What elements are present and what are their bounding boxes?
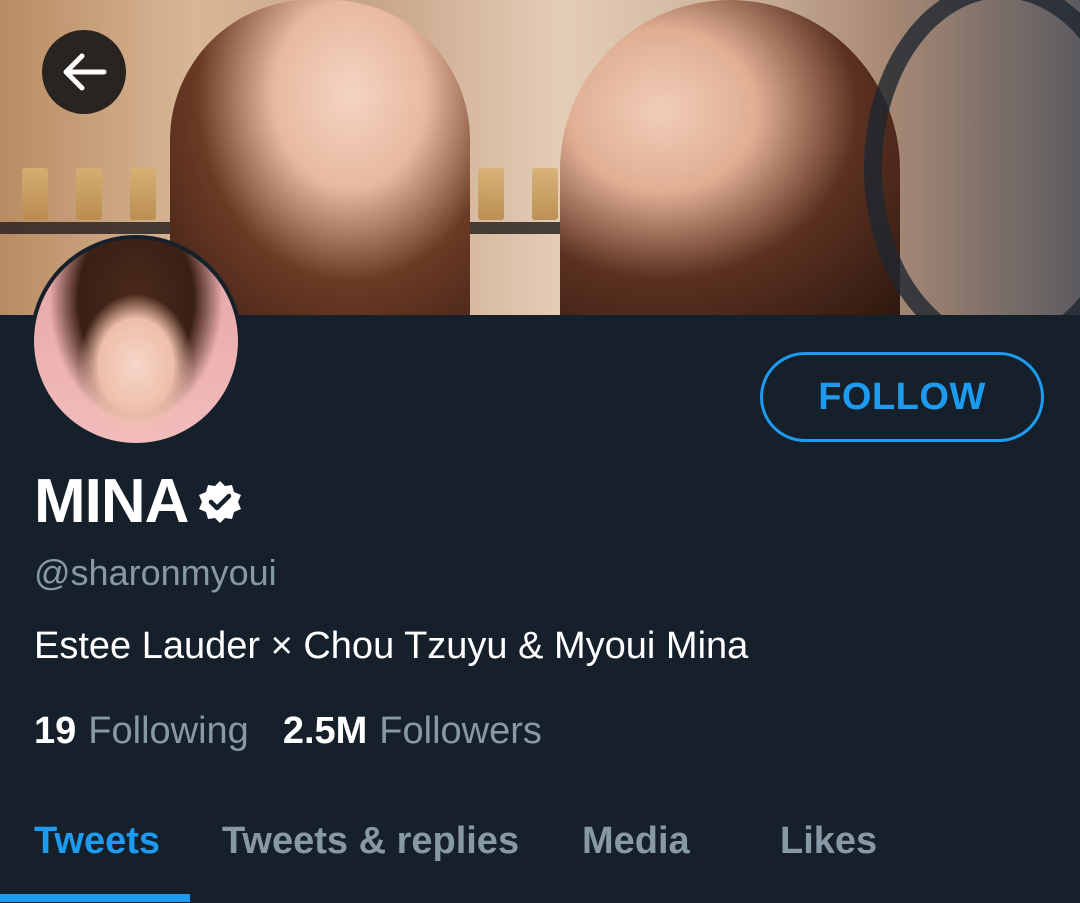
banner-bottle xyxy=(478,168,504,220)
banner-bottle xyxy=(22,168,48,220)
banner-bottle xyxy=(130,168,156,220)
following-stat[interactable]: 19 Following xyxy=(34,710,249,753)
followers-label: Followers xyxy=(379,710,542,752)
user-handle: @sharonmyoui xyxy=(34,552,277,593)
tab-likes[interactable]: Likes xyxy=(780,820,877,863)
verified-badge-icon xyxy=(199,481,242,523)
arrow-left-icon xyxy=(63,53,107,91)
tab-tweets-and-replies[interactable]: Tweets & replies xyxy=(222,820,519,863)
profile-bio: Estee Lauder × Chou Tzuyu & Myoui Mina xyxy=(34,625,749,667)
active-tab-indicator xyxy=(0,894,190,902)
banner-bottle xyxy=(532,168,558,220)
followers-count: 2.5M xyxy=(282,710,368,752)
profile-stats: 19 Following 2.5M Followers xyxy=(34,710,542,753)
following-count: 19 xyxy=(34,710,77,752)
following-label: Following xyxy=(88,710,249,752)
banner-person-left xyxy=(170,0,470,315)
avatar-photo xyxy=(34,239,238,443)
banner-ring-light xyxy=(864,0,1080,315)
profile-tabs: Tweets Tweets & replies Media Likes xyxy=(0,810,1080,903)
avatar[interactable] xyxy=(30,235,242,447)
follow-button[interactable]: FOLLOW xyxy=(760,352,1044,442)
back-button[interactable] xyxy=(42,30,126,114)
followers-stat[interactable]: 2.5M Followers xyxy=(283,710,542,753)
banner-person-right xyxy=(560,0,900,315)
banner-bottle xyxy=(76,168,102,220)
display-name: MINA xyxy=(34,467,189,536)
name-row: MINA xyxy=(34,470,244,534)
tab-media[interactable]: Media xyxy=(582,820,690,863)
tab-tweets[interactable]: Tweets xyxy=(34,820,160,863)
